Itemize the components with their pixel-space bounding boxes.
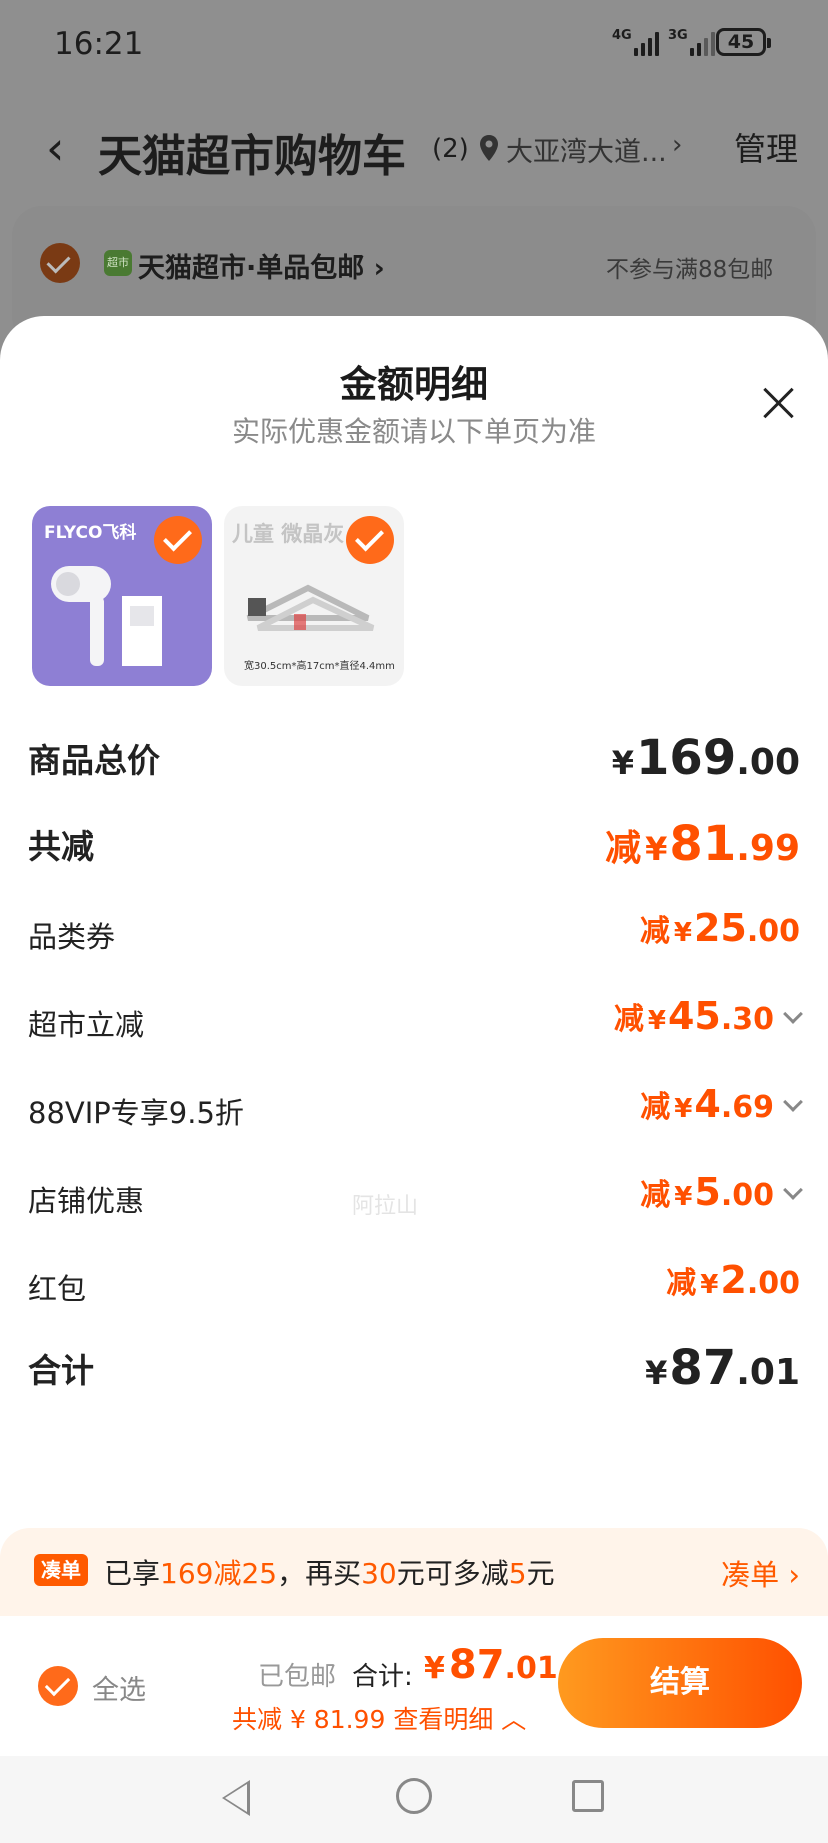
row-store-discount[interactable]: 店铺优惠 减 ¥5.00 [0, 1168, 828, 1228]
row-value: 减 ¥2.00 [666, 1258, 800, 1302]
bundle-promo-text: 已享169减25，再买30元可多减5元 [104, 1557, 555, 1590]
nav-home-icon[interactable] [396, 1778, 432, 1814]
product-thumbnail-hanger[interactable]: 儿童 微晶灰 宽30.5cm*高17cm*直径4.4mm [224, 506, 404, 686]
sheet-title: 金额明细 [340, 363, 488, 406]
store-logo-icon: 超市 [104, 250, 132, 276]
product-dimensions: 宽30.5cm*高17cm*直径4.4mm [244, 661, 395, 672]
row-value: 减 ¥81.99 [605, 816, 800, 872]
total-label: 合计: [352, 1662, 413, 1692]
row-red-packet: 红包 减 ¥2.00 [0, 1256, 828, 1316]
row-label: 品类券 [28, 920, 116, 954]
system-nav-bar [0, 1756, 828, 1843]
row-category-coupon: 品类券 减 ¥25.00 [0, 904, 828, 964]
store-shipping-note: 不参与满88包邮 [606, 257, 774, 283]
status-time: 16:21 [54, 26, 144, 62]
select-all-checkbox[interactable] [38, 1666, 78, 1706]
store-checkbox[interactable] [40, 243, 80, 283]
chevron-down-icon[interactable] [783, 1180, 803, 1200]
row-value: 减 ¥5.00 [640, 1170, 803, 1214]
select-all-label[interactable]: 全选 [92, 1668, 146, 1707]
signal-icon: 4G [612, 28, 659, 56]
total-amount: ¥87.01 [424, 1642, 558, 1688]
address-chevron-icon: › [672, 130, 683, 160]
free-shipping-label: 已包邮 [258, 1662, 337, 1692]
location-pin-icon [480, 135, 498, 161]
chevron-down-icon[interactable] [783, 1004, 803, 1024]
row-total-discount: 共减 减 ¥81.99 [0, 814, 828, 874]
manage-button[interactable]: 管理 [734, 124, 798, 170]
delivery-address[interactable]: 大亚湾大道... [506, 130, 667, 169]
back-button[interactable]: ‹ [46, 124, 64, 172]
nav-recent-icon[interactable] [572, 1780, 604, 1812]
bundle-link[interactable]: 凑单 › [721, 1552, 800, 1594]
product-title: 儿童 微晶灰 [232, 522, 345, 546]
product-check-icon [346, 516, 394, 564]
row-grand-total: 合计 ¥87.01 [0, 1338, 828, 1398]
checkout-bar: 全选 已包邮 合计: ¥87.01 共减 ¥ 81.99 查看明细 ︿ 结算 [0, 1616, 828, 1756]
battery-icon: 45 [716, 28, 771, 56]
row-value: 减 ¥45.30 [614, 994, 803, 1038]
hanger-image [246, 584, 375, 631]
row-label: 合计 [28, 1351, 94, 1390]
row-value: 减 ¥25.00 [639, 906, 800, 950]
product-check-icon [154, 516, 202, 564]
network-type-label-secondary: 3G [668, 28, 688, 43]
sheet-subtitle: 实际优惠金额请以下单页为准 [231, 415, 596, 448]
row-label: 商品总价 [28, 741, 160, 780]
row-label: 共减 [28, 827, 94, 866]
row-supermarket-discount[interactable]: 超市立减 减 ¥45.30 [0, 992, 828, 1052]
product-brand: FLYCO飞科 [44, 523, 137, 543]
signal-icon-secondary: 3G [668, 28, 715, 56]
hairdryer-image [51, 566, 162, 666]
close-icon[interactable] [762, 386, 796, 420]
product-thumbnail-hairdryer[interactable]: FLYCO飞科 [32, 506, 212, 686]
row-subtotal: 商品总价 ¥169.00 [0, 728, 828, 788]
page-title: 天猫超市购物车 [98, 131, 406, 182]
status-bar: 16:21 4G 3G 45 [0, 0, 828, 86]
row-value: 减 ¥4.69 [640, 1082, 803, 1126]
row-88vip-discount[interactable]: 88VIP专享9.5折 减 ¥4.69 [0, 1080, 828, 1140]
network-type-label: 4G [612, 28, 632, 43]
cart-header: ‹ 天猫超市购物车 (2) 大亚湾大道... › 管理 [0, 100, 828, 196]
view-details-link[interactable]: 共减 ¥ 81.99 查看明细 ︿ [232, 1700, 526, 1736]
checkout-button[interactable]: 结算 [558, 1638, 802, 1728]
chevron-down-icon[interactable] [783, 1092, 803, 1112]
bundle-promo-strip: 凑单 已享169减25，再买30元可多减5元 凑单 › [0, 1528, 828, 1616]
row-value: ¥169.00 [611, 730, 800, 786]
nav-back-icon[interactable] [222, 1780, 250, 1816]
bundle-tag: 凑单 [34, 1554, 88, 1586]
row-label: 超市立减 [28, 1008, 145, 1042]
row-label: 红包 [28, 1272, 87, 1306]
store-name[interactable]: 天猫超市·单品包邮 › [138, 246, 385, 285]
row-label: 店铺优惠 [28, 1184, 145, 1218]
row-value: ¥87.01 [645, 1340, 800, 1396]
row-label: 88VIP专享9.5折 [28, 1096, 244, 1130]
cart-count: (2) [432, 134, 469, 164]
